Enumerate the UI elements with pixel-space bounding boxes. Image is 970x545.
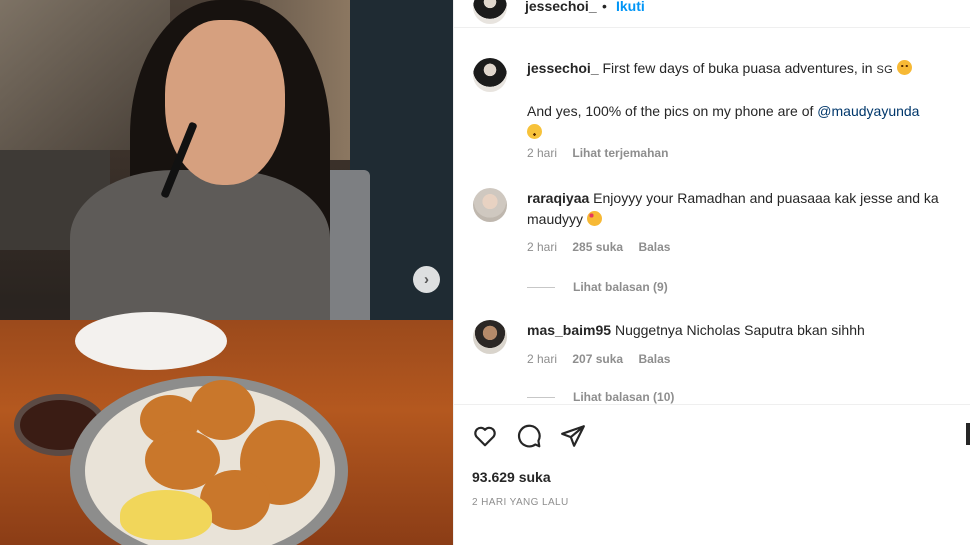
view-replies-button[interactable]: Lihat balasan (9): [527, 280, 668, 294]
caption-meta: 2 hari Lihat terjemahan: [527, 146, 680, 160]
post-side-panel: jessechoi_ • Ikuti jessechoi_ First few …: [453, 0, 970, 545]
comment-age: 2 hari: [527, 352, 558, 366]
comment-text: raraqiyaa Enjoyyy your Ramadhan and puas…: [527, 188, 967, 230]
translate-link[interactable]: Lihat terjemahan: [572, 146, 668, 160]
header-username[interactable]: jessechoi_: [525, 0, 597, 14]
caption-age: 2 hari: [527, 146, 558, 160]
photo-plate: [75, 312, 227, 370]
avatar[interactable]: [473, 58, 507, 92]
comment-meta: 2 hari 207 suka Balas: [527, 352, 682, 366]
header-separator: •: [602, 0, 607, 14]
avatar[interactable]: [473, 188, 507, 222]
caption-line2: And yes, 100% of the pics on my phone ar…: [527, 103, 814, 119]
caption-line1: First few days of buka puasa adventures,…: [602, 60, 873, 76]
comment-username[interactable]: raraqiyaa: [527, 190, 589, 206]
follow-button[interactable]: Ikuti: [616, 0, 645, 14]
caption-username[interactable]: jessechoi_: [527, 60, 599, 76]
avatar[interactable]: [473, 320, 507, 354]
photo-person-sweater: [70, 170, 330, 340]
caption-text: jessechoi_ First few days of buka puasa …: [527, 58, 967, 143]
smiling-emoji-icon: [896, 60, 912, 75]
post-actions: 93.629 suka 2 HARI YANG LALU: [454, 404, 970, 545]
next-photo-button[interactable]: ›: [413, 266, 440, 293]
photo-nugget: [190, 380, 255, 440]
post-timestamp: 2 HARI YANG LALU: [472, 497, 569, 508]
share-icon[interactable]: [560, 423, 586, 449]
comment-text: mas_baim95 Nuggetnya Nicholas Saputra bk…: [527, 320, 967, 341]
comment-age: 2 hari: [527, 240, 558, 254]
replies-divider: [527, 396, 555, 398]
reply-button[interactable]: Balas: [638, 240, 670, 254]
avatar[interactable]: [473, 0, 507, 24]
rolling-eyes-emoji-icon: [527, 124, 542, 139]
post-header: jessechoi_ • Ikuti: [454, 0, 970, 28]
photo-lemon: [120, 490, 212, 540]
chevron-right-icon: ›: [424, 271, 429, 288]
view-replies-label: Lihat balasan (10): [573, 390, 675, 404]
caption-mention-link[interactable]: @maudyayunda: [817, 103, 919, 119]
likes-count[interactable]: 93.629 suka: [472, 469, 551, 485]
heart-face-emoji-icon: [587, 211, 603, 226]
reply-button[interactable]: Balas: [638, 352, 670, 366]
comment-icon[interactable]: [516, 423, 542, 449]
replies-divider: [527, 286, 555, 288]
comment-likes[interactable]: 207 suka: [572, 352, 623, 366]
comment-username[interactable]: mas_baim95: [527, 322, 611, 338]
caption-place-tag: SG: [876, 64, 893, 76]
bookmark-icon[interactable]: [966, 423, 970, 445]
comment-likes[interactable]: 285 suka: [572, 240, 623, 254]
comment-meta: 2 hari 285 suka Balas: [527, 240, 682, 254]
post-photo: [0, 0, 453, 545]
view-replies-label: Lihat balasan (9): [573, 280, 668, 294]
comments-list[interactable]: jessechoi_ First few days of buka puasa …: [454, 28, 970, 404]
heart-icon[interactable]: [472, 423, 498, 449]
view-replies-button[interactable]: Lihat balasan (10): [527, 390, 674, 404]
comment-body: Nuggetnya Nicholas Saputra bkan sihhh: [614, 322, 865, 338]
